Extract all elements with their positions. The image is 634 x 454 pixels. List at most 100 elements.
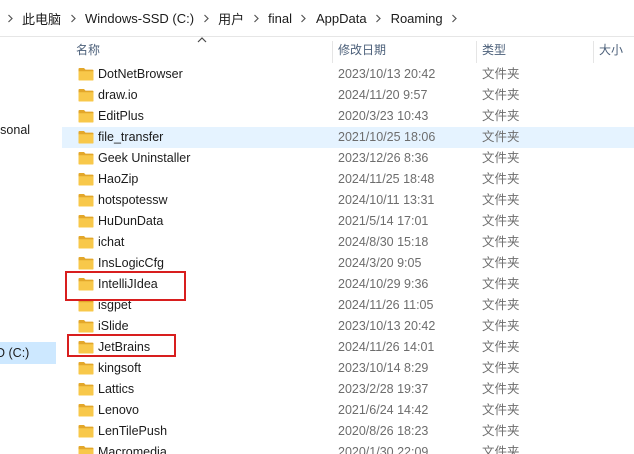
folder-icon <box>78 298 94 312</box>
file-date-modified: 2023/10/13 20:42 <box>338 67 436 81</box>
chevron-right-icon[interactable] <box>246 14 266 23</box>
breadcrumb-item[interactable]: 此电脑 <box>20 9 63 28</box>
file-date-modified: 2024/8/30 15:18 <box>338 235 429 249</box>
breadcrumb: 此电脑 Windows-SSD (C:) 用户 final AppData Roaming <box>0 6 465 30</box>
file-row[interactable]: HuDunData 2021/5/14 17:01 文件夹 <box>62 211 634 232</box>
file-date-modified: 2023/10/13 20:42 <box>338 319 436 333</box>
chevron-right-icon[interactable] <box>0 14 20 23</box>
chevron-right-icon[interactable] <box>369 14 389 23</box>
breadcrumb-item[interactable]: Windows-SSD (C:) <box>83 11 196 26</box>
file-name[interactable]: LenTilePush <box>98 421 167 442</box>
file-name[interactable]: ichat <box>98 232 124 253</box>
file-row[interactable]: hotspotessw 2024/10/11 13:31 文件夹 <box>62 190 634 211</box>
file-row[interactable]: ichat 2024/8/30 15:18 文件夹 <box>62 232 634 253</box>
file-name[interactable]: Lattics <box>98 379 134 400</box>
nav-item-c-drive[interactable]: D (C:) <box>0 342 56 364</box>
breadcrumb-item[interactable]: final <box>266 11 294 26</box>
file-type: 文件夹 <box>482 319 520 333</box>
file-name[interactable]: Macromedia <box>98 442 167 454</box>
column-date-modified[interactable]: 修改日期 <box>338 37 386 64</box>
folder-icon <box>78 340 94 354</box>
column-divider[interactable] <box>332 41 333 63</box>
file-list: DotNetBrowser 2023/10/13 20:42 文件夹 draw.io 2… <box>62 64 634 454</box>
file-row[interactable]: iSlide 2023/10/13 20:42 文件夹 <box>62 316 634 337</box>
file-date-modified: 2024/10/29 9:36 <box>338 277 429 291</box>
column-size[interactable]: 大小 <box>599 37 623 64</box>
folder-icon <box>78 319 94 333</box>
file-date-modified: 2023/2/28 19:37 <box>338 382 429 396</box>
file-name[interactable]: EditPlus <box>98 106 144 127</box>
file-row[interactable]: HaoZip 2024/11/25 18:48 文件夹 <box>62 169 634 190</box>
file-row[interactable]: LenTilePush 2020/8/26 18:23 文件夹 <box>62 421 634 442</box>
file-name[interactable]: kingsoft <box>98 358 141 379</box>
chevron-right-icon[interactable] <box>196 14 216 23</box>
chevron-right-icon[interactable] <box>445 14 465 23</box>
column-divider[interactable] <box>476 41 477 63</box>
file-type: 文件夹 <box>482 235 520 249</box>
file-type: 文件夹 <box>482 382 520 396</box>
file-date-modified: 2024/3/20 9:05 <box>338 256 422 270</box>
file-row[interactable]: DotNetBrowser 2023/10/13 20:42 文件夹 <box>62 64 634 85</box>
file-date-modified: 2020/3/23 10:43 <box>338 109 429 123</box>
file-name[interactable]: isgpet <box>98 295 131 316</box>
file-type: 文件夹 <box>482 193 520 207</box>
address-bar[interactable]: 此电脑 Windows-SSD (C:) 用户 final AppData Roaming <box>0 0 634 37</box>
file-date-modified: 2021/6/24 14:42 <box>338 403 429 417</box>
sort-up-icon <box>197 33 207 47</box>
file-name[interactable]: DotNetBrowser <box>98 64 183 85</box>
folder-icon <box>78 214 94 228</box>
breadcrumb-item[interactable]: Roaming <box>389 11 445 26</box>
file-name[interactable]: file_transfer <box>98 127 163 148</box>
column-divider[interactable] <box>593 41 594 63</box>
file-row[interactable]: EditPlus 2020/3/23 10:43 文件夹 <box>62 106 634 127</box>
file-row[interactable]: InsLogicCfg 2024/3/20 9:05 文件夹 <box>62 253 634 274</box>
file-explorer-window: 此电脑 Windows-SSD (C:) 用户 final AppData Roaming… <box>0 0 634 454</box>
folder-icon <box>78 235 94 249</box>
breadcrumb-item[interactable]: 用户 <box>216 9 246 28</box>
folder-icon <box>78 403 94 417</box>
file-name[interactable]: IntelliJIdea <box>98 274 158 295</box>
breadcrumb-item[interactable]: AppData <box>314 11 369 26</box>
file-name[interactable]: HaoZip <box>98 169 138 190</box>
file-name[interactable]: HuDunData <box>98 211 163 232</box>
folder-icon <box>78 361 94 375</box>
column-name[interactable]: 名称 <box>76 37 100 64</box>
folder-icon <box>78 256 94 270</box>
folder-icon <box>78 88 94 102</box>
file-row[interactable]: kingsoft 2023/10/14 8:29 文件夹 <box>62 358 634 379</box>
file-row[interactable]: draw.io 2024/11/20 9:57 文件夹 <box>62 85 634 106</box>
chevron-right-icon[interactable] <box>294 14 314 23</box>
file-row[interactable]: Lattics 2023/2/28 19:37 文件夹 <box>62 379 634 400</box>
file-name[interactable]: hotspotessw <box>98 190 167 211</box>
file-name[interactable]: iSlide <box>98 316 129 337</box>
file-name[interactable]: JetBrains <box>98 337 150 358</box>
file-row[interactable]: IntelliJIdea 2024/10/29 9:36 文件夹 <box>62 274 634 295</box>
file-type: 文件夹 <box>482 214 520 228</box>
file-row[interactable]: Geek Uninstaller 2023/12/26 8:36 文件夹 <box>62 148 634 169</box>
file-name[interactable]: InsLogicCfg <box>98 253 164 274</box>
file-type: 文件夹 <box>482 403 520 417</box>
file-type: 文件夹 <box>482 298 520 312</box>
file-row[interactable]: Macromedia 2020/1/30 22:09 文件夹 <box>62 442 634 454</box>
file-date-modified: 2024/11/26 14:01 <box>338 340 435 354</box>
file-date-modified: 2021/5/14 17:01 <box>338 214 429 228</box>
file-name[interactable]: Lenovo <box>98 400 139 421</box>
file-type: 文件夹 <box>482 130 520 144</box>
file-row[interactable]: Lenovo 2021/6/24 14:42 文件夹 <box>62 400 634 421</box>
column-header: 名称 修改日期 类型 大小 <box>62 37 634 64</box>
column-type[interactable]: 类型 <box>482 37 506 64</box>
file-row[interactable]: isgpet 2024/11/26 11:05 文件夹 <box>62 295 634 316</box>
folder-icon <box>78 172 94 186</box>
file-row[interactable]: JetBrains 2024/11/26 14:01 文件夹 <box>62 337 634 358</box>
file-type: 文件夹 <box>482 151 520 165</box>
file-name[interactable]: draw.io <box>98 85 138 106</box>
file-name[interactable]: Geek Uninstaller <box>98 148 190 169</box>
nav-item-personal[interactable]: rsonal <box>0 119 30 141</box>
file-type: 文件夹 <box>482 277 520 291</box>
file-date-modified: 2024/10/11 13:31 <box>338 193 435 207</box>
folder-icon <box>78 382 94 396</box>
file-date-modified: 2024/11/25 18:48 <box>338 172 435 186</box>
chevron-right-icon[interactable] <box>63 14 83 23</box>
file-date-modified: 2021/10/25 18:06 <box>338 130 436 144</box>
file-row[interactable]: file_transfer 2021/10/25 18:06 文件夹 <box>62 127 634 148</box>
